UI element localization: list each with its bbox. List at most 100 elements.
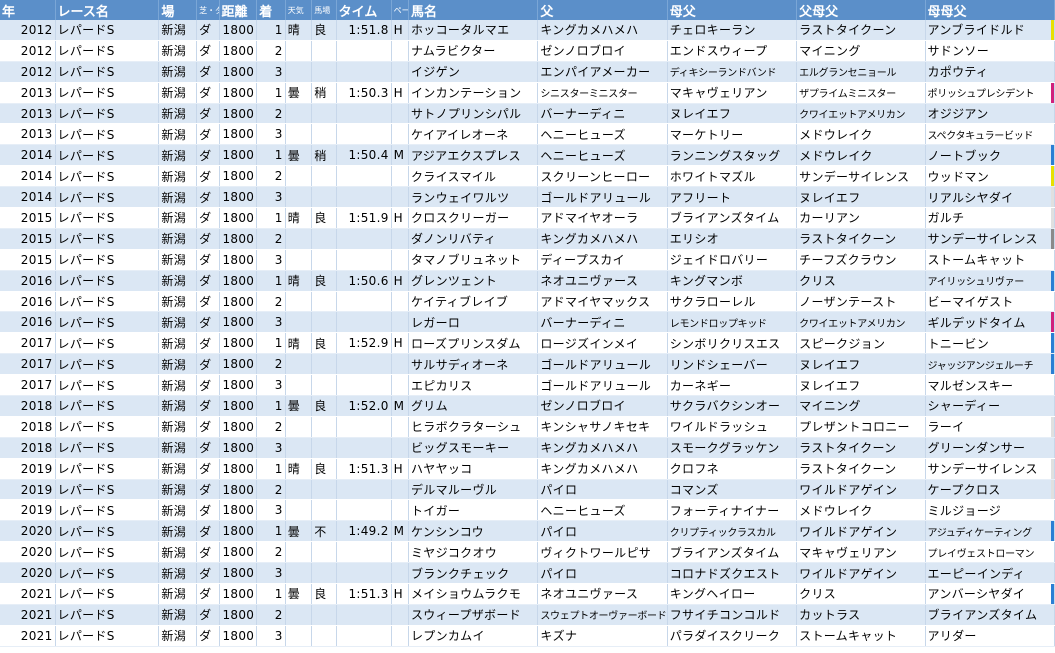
cell-damsire[interactable]: エリシオ (667, 228, 798, 250)
cell-surface[interactable]: ダ (196, 103, 220, 125)
cell-going[interactable] (311, 562, 337, 585)
cell-going[interactable] (311, 353, 337, 376)
cell-distance[interactable]: 1800 (219, 144, 258, 167)
cell-weather[interactable]: 曇 (285, 144, 313, 167)
cell-horse[interactable]: ナムラビクター (408, 40, 539, 62)
cell-distance[interactable]: 1800 (219, 625, 258, 647)
cell-distance[interactable]: 1800 (219, 207, 258, 229)
cell-sire-damsire[interactable]: ヌレイエフ (796, 186, 926, 209)
header-race[interactable]: レース名 (55, 0, 160, 20)
cell-finish[interactable]: 1 (256, 332, 286, 355)
cell-sire[interactable]: キンシャサノキセキ (537, 416, 668, 438)
cell-year[interactable]: 2021 (0, 583, 56, 605)
cell-weather[interactable] (285, 353, 313, 376)
cell-time[interactable] (336, 374, 392, 397)
cell-time[interactable]: 1:50.6 (336, 270, 392, 292)
cell-time[interactable] (336, 479, 392, 501)
cell-sire-damsire[interactable]: ワイルドアゲイン (796, 479, 926, 501)
header-going[interactable]: 馬場 (311, 0, 337, 20)
cell-dam-damsire[interactable]: ノートブック (925, 144, 1055, 167)
cell-finish[interactable]: 3 (256, 437, 286, 459)
cell-dam-damsire[interactable]: ブライアンズタイム (925, 604, 1055, 626)
cell-weather[interactable] (285, 374, 313, 397)
cell-weather[interactable] (285, 291, 313, 313)
cell-surface[interactable]: ダ (196, 228, 220, 250)
cell-damsire[interactable]: チェロキーラン (667, 20, 798, 41)
cell-horse[interactable]: サルサディオーネ (408, 353, 539, 376)
cell-damsire[interactable]: スモークグラッケン (667, 437, 798, 459)
cell-finish[interactable]: 3 (256, 625, 286, 647)
cell-dam-damsire[interactable]: ジャッジアンジェルーチ (925, 353, 1055, 376)
cell-year[interactable]: 2020 (0, 520, 56, 543)
cell-sire[interactable]: エンパイアメーカー (537, 61, 668, 83)
cell-damsire[interactable]: エンドスウィープ (667, 40, 798, 62)
cell-sire[interactable]: バーナーディニ (537, 311, 668, 334)
cell-finish[interactable]: 3 (256, 374, 286, 397)
cell-surface[interactable]: ダ (196, 332, 220, 355)
cell-surface[interactable]: ダ (196, 562, 220, 585)
cell-distance[interactable]: 1800 (219, 562, 258, 585)
cell-pace[interactable]: H (391, 270, 409, 292)
cell-course[interactable]: 新潟 (158, 332, 198, 355)
header-dam-damsire[interactable]: 母母父 (925, 0, 1055, 20)
cell-surface[interactable]: ダ (196, 583, 220, 605)
cell-going[interactable] (311, 499, 337, 522)
cell-race[interactable]: レパードS (55, 374, 160, 397)
cell-year[interactable]: 2012 (0, 20, 56, 41)
cell-course[interactable]: 新潟 (158, 40, 198, 62)
cell-going[interactable]: 稍 (311, 144, 337, 167)
cell-course[interactable]: 新潟 (158, 291, 198, 313)
cell-damsire[interactable]: マキャヴェリアン (667, 82, 798, 104)
cell-surface[interactable]: ダ (196, 541, 220, 564)
cell-year[interactable]: 2019 (0, 458, 56, 480)
cell-sire-damsire[interactable]: プレザントコロニー (796, 416, 926, 438)
cell-pace[interactable] (391, 311, 409, 334)
cell-damsire[interactable]: ヌレイエフ (667, 103, 798, 125)
cell-sire[interactable]: スウェプトオーヴァーボード (537, 604, 668, 626)
cell-dam-damsire[interactable]: ラーイ (925, 416, 1055, 438)
cell-horse[interactable]: スウィープザボード (408, 604, 539, 626)
cell-pace[interactable] (391, 374, 409, 397)
cell-course[interactable]: 新潟 (158, 61, 198, 83)
cell-dam-damsire[interactable]: アンブライドルド (925, 20, 1055, 41)
cell-horse[interactable]: クライスマイル (408, 165, 539, 188)
cell-sire-damsire[interactable]: メドウレイク (796, 123, 926, 146)
cell-horse[interactable]: クロスクリーガー (408, 207, 539, 229)
cell-year[interactable]: 2016 (0, 291, 56, 313)
cell-finish[interactable]: 2 (256, 291, 286, 313)
cell-going[interactable]: 良 (311, 458, 337, 480)
cell-time[interactable] (336, 291, 392, 313)
cell-distance[interactable]: 1800 (219, 374, 258, 397)
cell-finish[interactable]: 2 (256, 40, 286, 62)
cell-dam-damsire[interactable]: サンデーサイレンス (925, 458, 1055, 480)
cell-sire-damsire[interactable]: クワイエットアメリカン (796, 103, 926, 125)
cell-finish[interactable]: 1 (256, 144, 286, 167)
cell-weather[interactable] (285, 103, 313, 125)
cell-damsire[interactable]: マーケトリー (667, 123, 798, 146)
cell-year[interactable]: 2018 (0, 416, 56, 438)
header-course[interactable]: 場 (158, 0, 198, 20)
cell-course[interactable]: 新潟 (158, 374, 198, 397)
cell-surface[interactable]: ダ (196, 61, 220, 83)
cell-horse[interactable]: レガーロ (408, 311, 539, 334)
cell-year[interactable]: 2012 (0, 61, 56, 83)
cell-year[interactable]: 2017 (0, 374, 56, 397)
cell-weather[interactable]: 曇 (285, 583, 313, 605)
cell-pace[interactable] (391, 291, 409, 313)
cell-sire[interactable]: ヘニーヒューズ (537, 499, 668, 522)
cell-sire[interactable]: ヴィクトワールピサ (537, 541, 668, 564)
cell-surface[interactable]: ダ (196, 20, 220, 41)
cell-distance[interactable]: 1800 (219, 311, 258, 334)
cell-finish[interactable]: 1 (256, 583, 286, 605)
cell-time[interactable] (336, 625, 392, 647)
cell-dam-damsire[interactable]: ケープクロス (925, 479, 1055, 501)
cell-finish[interactable]: 2 (256, 416, 286, 438)
cell-pace[interactable] (391, 604, 409, 626)
cell-damsire[interactable]: クリプティックラスカル (667, 520, 798, 543)
cell-damsire[interactable]: アフリート (667, 186, 798, 209)
cell-weather[interactable] (285, 416, 313, 438)
cell-race[interactable]: レパードS (55, 40, 160, 62)
cell-damsire[interactable]: ブライアンズタイム (667, 207, 798, 229)
cell-finish[interactable]: 3 (256, 499, 286, 522)
cell-sire[interactable]: ゴールドアリュール (537, 353, 668, 376)
